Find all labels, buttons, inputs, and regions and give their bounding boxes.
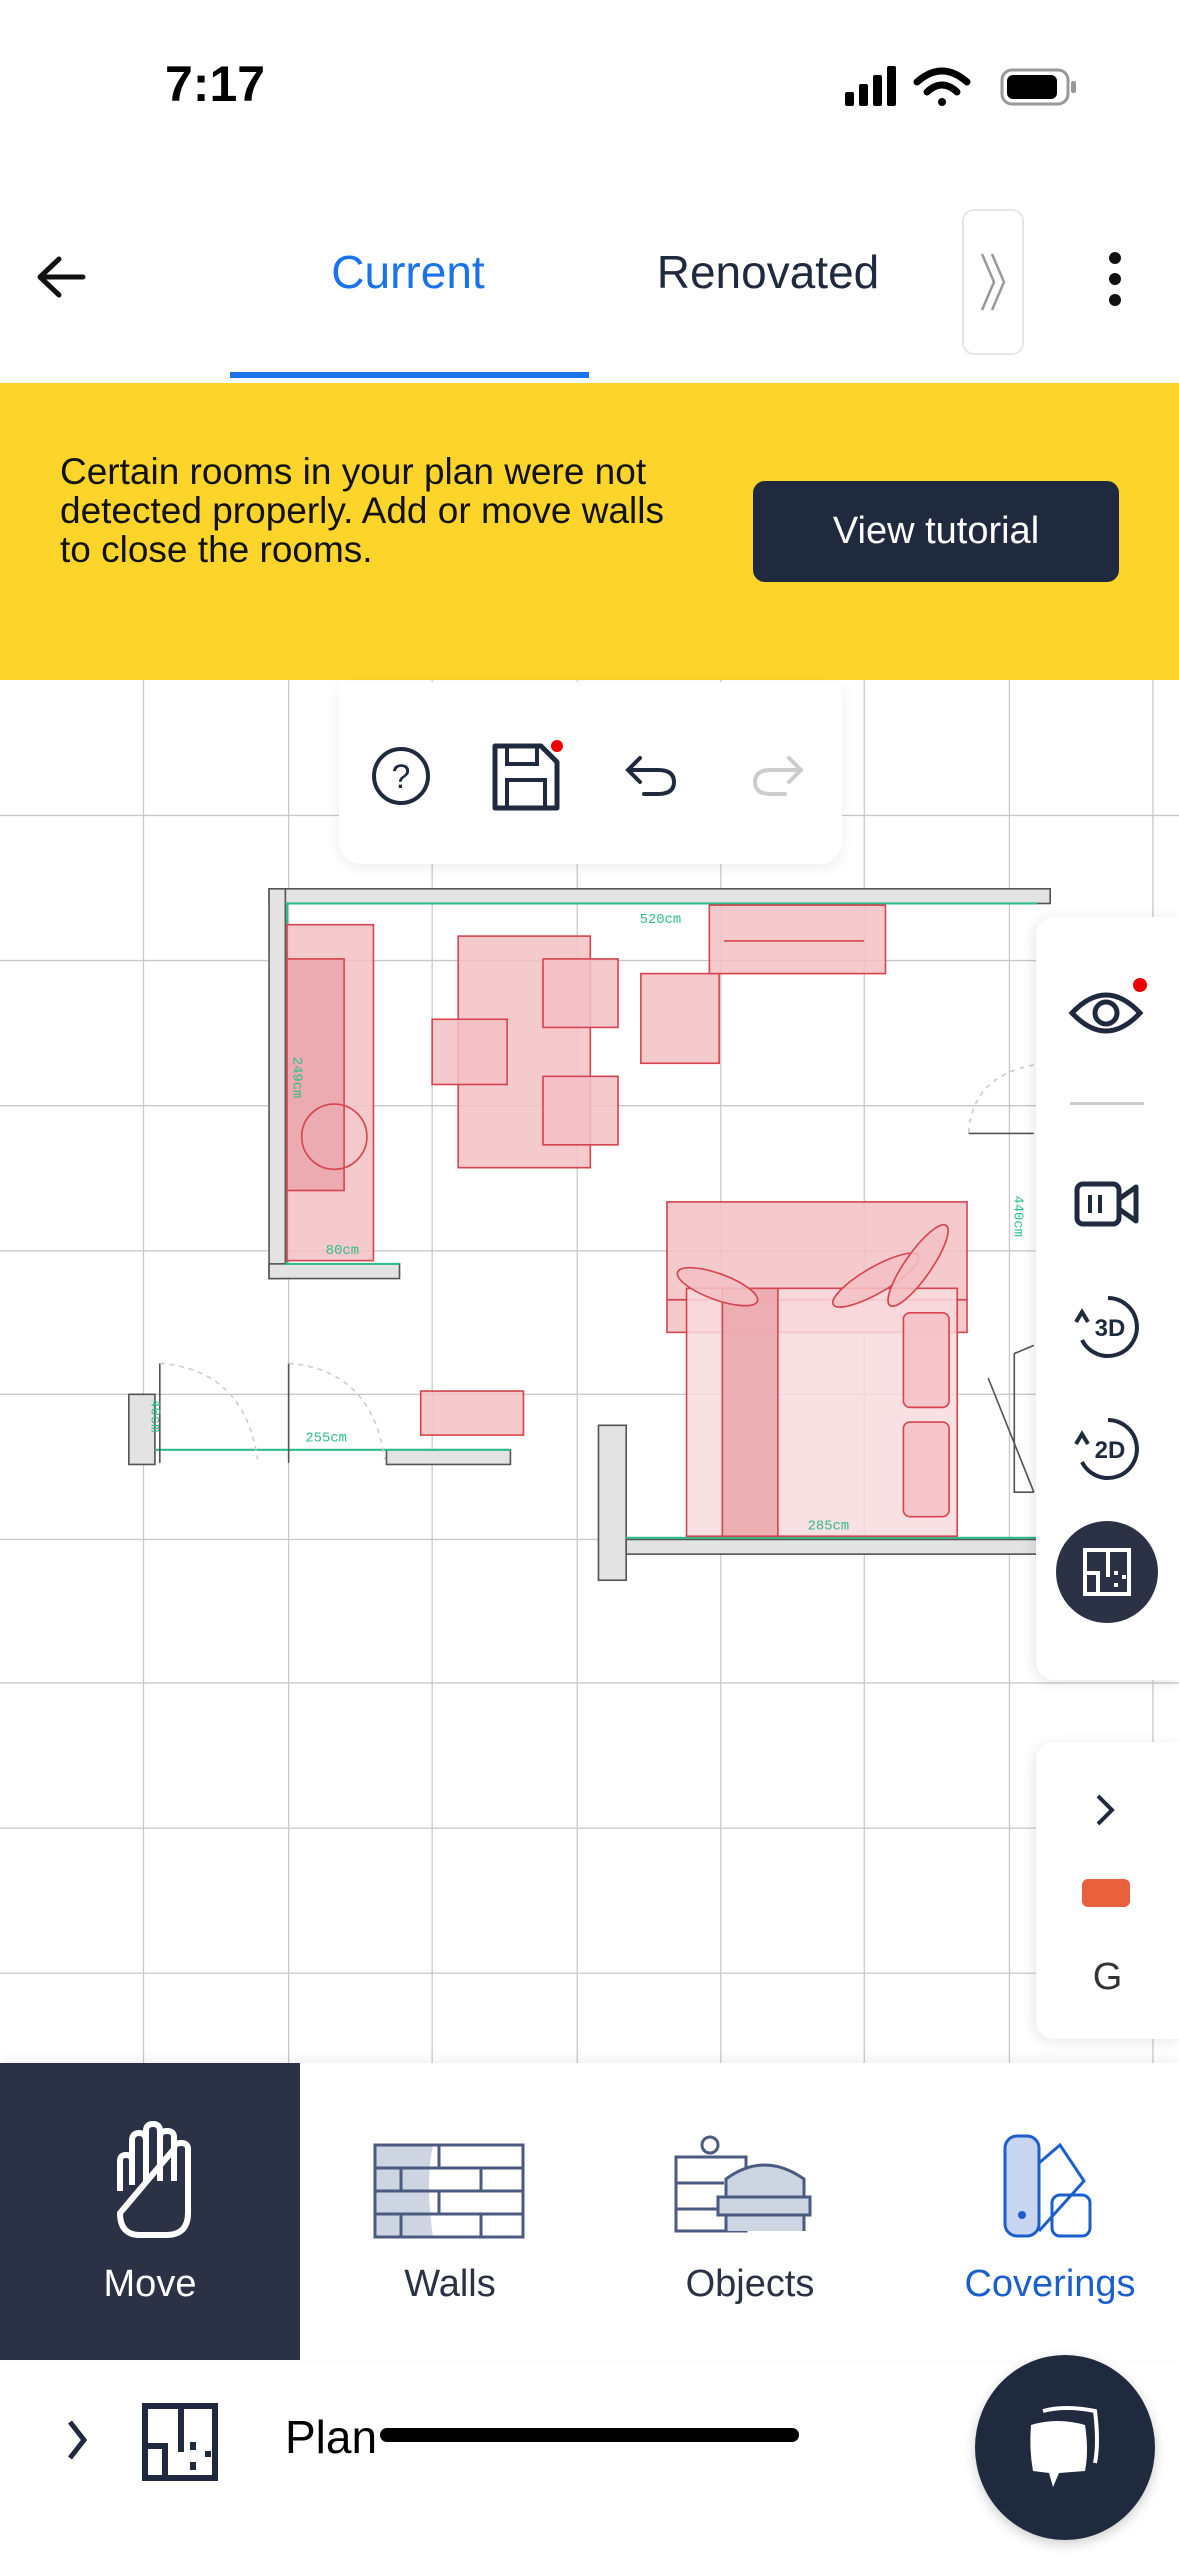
eye-icon[interactable] xyxy=(1068,977,1148,1047)
tool-objects[interactable]: Objects xyxy=(600,2063,900,2360)
chat-button[interactable] xyxy=(975,2355,1155,2540)
rotate-2d-icon[interactable]: 2D xyxy=(1072,1414,1144,1484)
wifi-icon xyxy=(913,67,971,106)
chair xyxy=(431,1018,508,1086)
status-time: 7:17 xyxy=(165,56,266,112)
wall-top xyxy=(268,887,1051,905)
chevron-right-icon[interactable] xyxy=(1094,1792,1118,1828)
banner-message: Certain rooms in your plan were not dete… xyxy=(60,451,664,570)
svg-text:?: ? xyxy=(392,758,411,796)
chair xyxy=(542,958,619,1029)
dim-label: 285cm xyxy=(808,1519,850,1535)
unsaved-dot xyxy=(551,740,563,752)
more-tabs-button[interactable] xyxy=(962,209,1024,355)
chat-bubble-icon xyxy=(1030,2405,1099,2487)
home-indicator xyxy=(380,2428,799,2442)
plan-label[interactable]: Plan xyxy=(285,2410,377,2464)
plan-view-button[interactable] xyxy=(1056,1521,1158,1623)
wall-lower-bottom xyxy=(625,1538,1038,1555)
active-tab-indicator xyxy=(230,372,589,378)
wall-bottom-mid xyxy=(385,1448,512,1466)
tool-walls-label: Walls xyxy=(404,2263,496,2305)
edit-toolbar: ? xyxy=(339,682,842,864)
camera-icon[interactable] xyxy=(1074,1179,1140,1229)
wall-left xyxy=(268,887,287,1280)
chevron-right-icon[interactable] xyxy=(66,2418,90,2462)
arrow-left-icon[interactable] xyxy=(35,255,87,299)
floorplan-icon xyxy=(142,2403,218,2481)
svg-text:3D: 3D xyxy=(1095,1315,1126,1342)
hand-icon xyxy=(117,2121,191,2238)
floorplan-canvas[interactable]: 520cm 249cm 80cm 440cm 255cm 40cm 285cm xyxy=(0,680,1179,2063)
view-panel: 3D 2D xyxy=(1036,917,1179,1680)
cellular-signal-icon xyxy=(845,66,896,106)
status-icons xyxy=(845,66,1076,106)
divider xyxy=(1070,1102,1144,1105)
level-label[interactable]: G xyxy=(1036,1956,1179,1999)
dim-label: 40cm xyxy=(147,1399,163,1432)
swatches-icon xyxy=(1003,2134,1092,2238)
furniture-icon xyxy=(674,2135,812,2233)
rotate-3d-icon[interactable]: 3D xyxy=(1072,1292,1144,1362)
svg-text:2D: 2D xyxy=(1095,1437,1126,1464)
help-icon[interactable]: ? xyxy=(369,744,433,808)
chair xyxy=(542,1075,619,1146)
box-item xyxy=(419,1390,525,1436)
color-swatch[interactable] xyxy=(1082,1879,1130,1907)
wall-stub xyxy=(268,1263,401,1280)
undo-icon[interactable] xyxy=(624,754,680,798)
dim-label: 520cm xyxy=(640,912,682,928)
double-chevron-right-icon xyxy=(980,253,1006,311)
tool-move[interactable]: Move xyxy=(0,2063,300,2360)
tool-objects-label: Objects xyxy=(685,2263,815,2305)
battery-icon xyxy=(1000,68,1076,106)
dim-label: 80cm xyxy=(326,1243,359,1259)
redo-icon[interactable] xyxy=(749,754,805,798)
wall-lower-pillar xyxy=(597,1424,628,1582)
tool-coverings[interactable]: Coverings xyxy=(900,2063,1179,2360)
tv-unit xyxy=(708,904,887,975)
tool-move-label: Move xyxy=(103,2263,197,2305)
dim-label: 255cm xyxy=(305,1431,347,1447)
kebab-icon[interactable] xyxy=(1105,250,1125,308)
tab-current[interactable]: Current xyxy=(331,245,484,299)
tab-renovated[interactable]: Renovated xyxy=(657,245,880,299)
brick-wall-icon xyxy=(373,2143,525,2239)
level-panel: G xyxy=(1036,1742,1179,2039)
tool-coverings-label: Coverings xyxy=(964,2263,1136,2305)
dim-label: 440cm xyxy=(1009,1195,1025,1237)
cabinet xyxy=(640,972,720,1065)
tool-bar: Move Walls Objects Coverings xyxy=(0,2063,1179,2360)
grid xyxy=(0,680,1179,2063)
save-icon[interactable] xyxy=(489,740,565,816)
dim-label: 249cm xyxy=(289,1057,305,1099)
view-tutorial-button[interactable]: View tutorial xyxy=(753,481,1119,582)
floorplan-drawing[interactable]: 520cm 249cm 80cm 440cm 255cm 40cm 285cm xyxy=(0,680,1179,2063)
floorplan-icon xyxy=(1083,1548,1131,1596)
tool-walls[interactable]: Walls xyxy=(300,2063,600,2360)
